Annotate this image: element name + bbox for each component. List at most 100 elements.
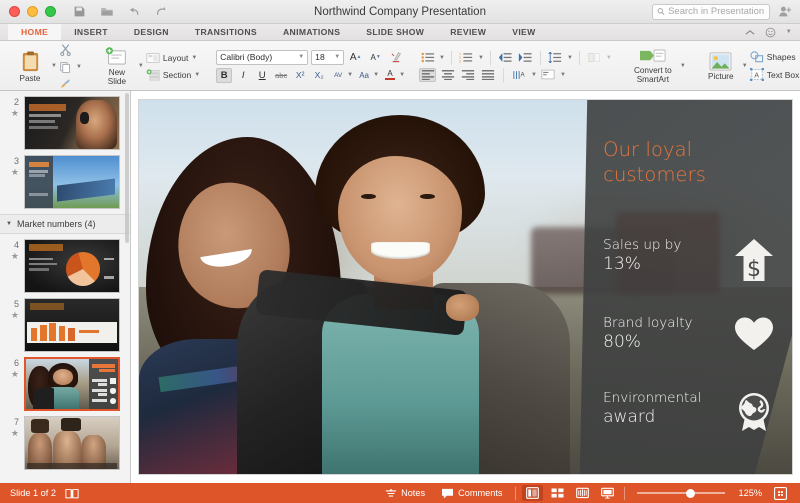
thumbnail-item[interactable]: 7 ★ [0,411,130,470]
strikethrough-button[interactable]: abc [273,68,289,83]
align-text-caret[interactable]: ▼ [560,72,566,78]
layout-button[interactable]: Layout ▼ [144,51,202,65]
section-button[interactable]: Section ▼ [144,68,202,82]
thumbnail-item[interactable]: 5 ★ [0,293,130,352]
convert-to-smartart-button[interactable]: Convert to SmartArt [626,43,680,89]
thumbnail-preview[interactable] [24,96,120,150]
tab-view[interactable]: VIEW [499,24,548,40]
change-case-button[interactable]: Aa [356,68,372,83]
slide-title[interactable]: Our loyal customers [603,137,764,187]
slide-editing-area[interactable]: Our loyal customers Sales up by 13% $ Br… [131,91,800,483]
thumbnail-section-header[interactable]: ▼ Market numbers (4) [0,214,130,234]
format-painter-button[interactable] [57,77,82,91]
stat-brand-loyalty[interactable]: Brand loyalty 80% [603,315,777,353]
picture-button[interactable]: Picture [700,43,742,89]
thumbnail-item[interactable]: 4 ★ [0,234,130,293]
columns-caret[interactable]: ▼ [606,55,612,61]
save-icon[interactable] [72,4,87,19]
decrease-indent-button[interactable] [497,51,514,65]
bullets-button[interactable] [419,51,436,65]
person-add-icon[interactable] [777,4,792,19]
thumbnail-item-selected[interactable]: 6 ★ [0,352,130,411]
align-center-button[interactable] [439,68,456,82]
copy-button[interactable] [57,60,73,74]
font-color-button[interactable]: A [382,68,398,83]
fit-to-window-button[interactable] [770,485,791,501]
thumbnail-item[interactable]: 3 ★ [0,150,130,209]
grow-font-button[interactable]: A ▲ [347,50,364,64]
notes-button[interactable]: Notes [377,483,433,503]
open-icon[interactable] [99,4,114,19]
tab-transitions[interactable]: TRANSITIONS [182,24,270,40]
text-box-button[interactable]: A Text Box [748,67,800,82]
font-name-select[interactable]: Calibri (Body) ▼ [216,49,309,65]
window-controls[interactable] [0,6,56,17]
thumbnail-preview[interactable] [24,239,120,293]
align-left-button[interactable] [419,67,437,82]
current-slide[interactable]: Our loyal customers Sales up by 13% $ Br… [139,100,792,474]
italic-button[interactable]: I [235,68,251,83]
zoom-slider[interactable] [636,485,725,501]
thumbnail-item[interactable]: 2 ★ [0,91,130,150]
thumbnail-scrollbar[interactable] [125,93,129,243]
close-button[interactable] [9,6,20,17]
redo-icon[interactable] [153,4,168,19]
shapes-button[interactable]: Shapes ▼ [748,50,800,64]
triangle-down-icon[interactable]: ▼ [6,221,12,227]
superscript-button[interactable]: X² [292,68,308,83]
numbering-button[interactable]: 123 [458,51,475,65]
reading-view-button[interactable] [572,485,593,501]
bullets-caret[interactable]: ▼ [439,55,445,61]
clear-formatting-button[interactable] [387,50,404,64]
minimize-button[interactable] [27,6,38,17]
section-caret[interactable]: ▼ [194,72,200,78]
thumbnail-preview[interactable] [24,298,120,352]
thumbnail-preview[interactable] [24,416,120,470]
undo-icon[interactable] [126,4,141,19]
font-size-select[interactable]: 18 ▼ [311,49,345,65]
book-icon[interactable] [65,488,79,499]
bold-button[interactable]: B [216,67,233,83]
tab-insert[interactable]: INSERT [61,24,121,40]
columns-button[interactable] [586,51,603,65]
cut-button[interactable] [57,42,82,57]
presenter-view-button[interactable] [597,485,618,501]
underline-button[interactable]: U [254,68,270,83]
slide-sorter-view-button[interactable] [547,485,568,501]
change-case-caret[interactable]: ▼ [373,72,379,78]
tab-home[interactable]: HOME [8,24,62,40]
character-spacing-button[interactable]: AV [330,68,346,83]
layout-caret[interactable]: ▼ [191,55,197,61]
text-direction-button[interactable]: A [511,68,528,82]
thumbnail-preview[interactable] [24,357,120,411]
new-slide-button[interactable]: New Slide [96,43,138,89]
search-box[interactable] [652,3,770,20]
stat-sales[interactable]: Sales up by 13% $ [603,237,777,282]
numbering-caret[interactable]: ▼ [478,55,484,61]
zoom-slider-handle[interactable] [685,488,695,498]
smiley-icon[interactable] [765,27,776,38]
chevron-down-icon[interactable]: ▼ [786,29,792,35]
paste-button[interactable]: Paste [9,43,51,89]
stat-environmental-award[interactable]: Environmental award [603,390,777,435]
font-color-caret[interactable]: ▼ [399,72,405,78]
character-spacing-caret[interactable]: ▼ [347,72,353,78]
tab-review[interactable]: REVIEW [437,24,499,40]
line-spacing-caret[interactable]: ▼ [567,55,573,61]
subscript-button[interactable]: X₂ [311,68,327,83]
search-input[interactable] [668,6,765,17]
text-direction-caret[interactable]: ▼ [531,72,537,78]
tab-animations[interactable]: ANIMATIONS [270,24,353,40]
increase-indent-button[interactable] [517,51,534,65]
tab-design[interactable]: DESIGN [121,24,182,40]
line-spacing-button[interactable] [547,51,564,65]
normal-view-button[interactable] [521,485,543,501]
comments-button[interactable]: Comments [433,483,510,503]
align-text-button[interactable] [540,68,557,82]
font-size-caret[interactable]: ▼ [334,54,340,60]
justify-button[interactable] [479,68,496,82]
zoom-button[interactable] [45,6,56,17]
align-right-button[interactable] [459,68,476,82]
tab-slide-show[interactable]: SLIDE SHOW [353,24,437,40]
smartart-caret[interactable]: ▼ [680,63,686,69]
